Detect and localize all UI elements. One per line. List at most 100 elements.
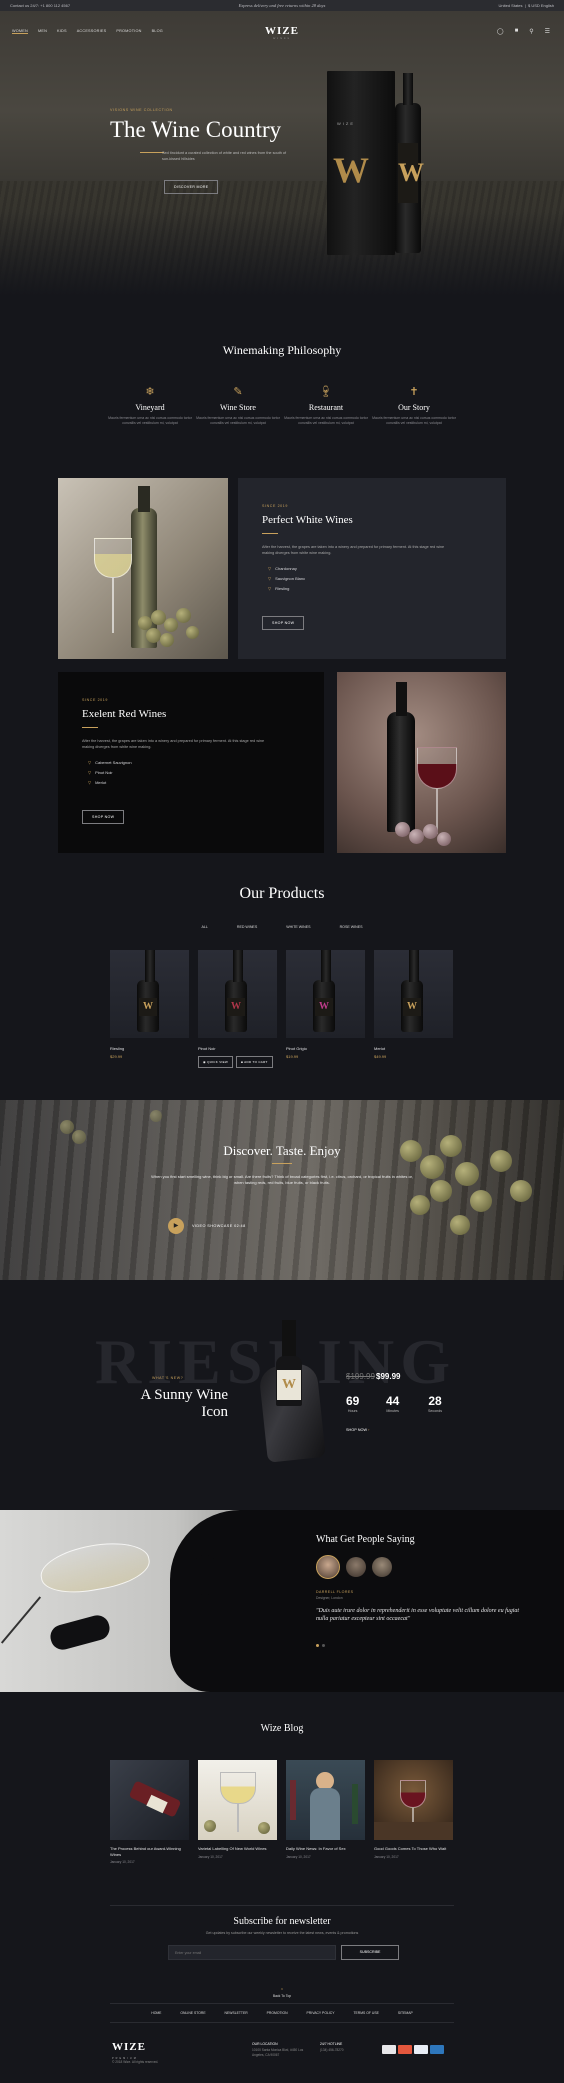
slider-dots[interactable] [316, 1644, 325, 1647]
hero-eyebrow: VISIONS WINE COLLECTION [110, 108, 173, 112]
avatar[interactable] [372, 1557, 392, 1577]
feature-wine-store: ✎ Wine Store Mauris fermentum urna ac ni… [196, 386, 280, 425]
menu-icon[interactable]: ☰ [545, 28, 550, 35]
deal-shop-link[interactable]: SHOP NOW › [346, 1428, 369, 1432]
timer-minutes: 44 Minutes [386, 1394, 400, 1413]
testimonial-quote: "Duis aute irure dolor in reprehenderit … [316, 1608, 520, 1622]
testimonials-title: What Get People Saying [316, 1534, 415, 1545]
tab-all[interactable]: ALL [201, 925, 207, 929]
blog-post[interactable]: Good Goods Comes To Those Who Wait Janua… [374, 1760, 453, 1859]
testimonial-avatars [316, 1555, 392, 1579]
timer-hours: 69 Hours [346, 1394, 360, 1413]
add-to-cart-button[interactable]: ■ ADD TO CART [236, 1056, 273, 1068]
grapes-icon: ❄ [145, 386, 155, 398]
visa-icon [382, 2045, 396, 2054]
box-logo: W [333, 150, 369, 190]
top-bar: Contact us 24/7: +1 800 112 4567 Express… [0, 0, 564, 11]
blog-post[interactable]: Daily Wine News: In Favor of Sex January… [286, 1760, 365, 1859]
footer-link-promotion[interactable]: PROMOTION [267, 2011, 288, 2015]
discover-title: Discover. Taste. Enjoy [223, 1143, 341, 1158]
main-nav: WOMEN MEN KIDS ACCESSORIES PROMOTION BLO… [0, 13, 564, 47]
footer-hotline: 24/7 HOTLINE (134) 456-78270 [320, 2042, 344, 2052]
check-icon: ▽ [88, 770, 92, 775]
testimonial-name: DARRELL FLORES [316, 1590, 354, 1594]
footer-link-privacy[interactable]: PRIVACY POLICY [307, 2011, 335, 2015]
newsletter-title: Subscribe for newsletter [233, 1916, 331, 1927]
search-icon[interactable]: ⚲ [529, 28, 533, 35]
tab-white-wines[interactable]: WHITE WINES [286, 925, 310, 929]
avatar[interactable] [316, 1555, 340, 1579]
currency-select[interactable]: $ USD English [528, 3, 554, 8]
product-price: $49.99 [374, 1054, 387, 1059]
white-wine-photo [58, 478, 228, 659]
product-card[interactable]: W Riesling $29.99 [110, 950, 189, 1059]
locale-switcher[interactable]: United States | $ USD English [498, 0, 554, 11]
blog-post[interactable]: The Process Behind our Award-Winning Win… [110, 1760, 189, 1864]
timer-seconds: 28 Seconds [428, 1394, 442, 1413]
discover-more-button[interactable]: DISCOVER MORE [164, 180, 219, 194]
footer-link-online-store[interactable]: ONLINE STORE [180, 2011, 205, 2015]
check-icon: ▽ [88, 780, 92, 785]
hero-title: The Wine Country [110, 117, 282, 142]
deal-old-price: $109.99 [346, 1372, 375, 1381]
red-wines-list: ▽ Cabernet Sauvignon ▽ Pinot Noir ▽ Merlot [88, 760, 132, 785]
wine-glass-icon: 🍷︎ [319, 386, 333, 398]
product-tabs: ALL RED WINES WHITE WINES ROSE WINES [0, 925, 564, 929]
feature-vineyard: ❄ Vineyard Mauris fermentum urna ac nisi… [108, 386, 192, 425]
wine-gift-box: WIZE W [327, 71, 395, 255]
footer-link-home[interactable]: HOME [151, 2011, 161, 2015]
product-price: $29.99 [110, 1054, 123, 1059]
country-select[interactable]: United States [498, 3, 522, 8]
deal-bottle: W [258, 1320, 328, 1463]
white-wines-title: Perfect White Wines [262, 514, 353, 526]
red-wine-photo [337, 672, 506, 853]
testimonial-role: Designer, London [316, 1596, 343, 1600]
white-wines-list: ▽ Chardonnay ▽ Sauvignon Blanc ▽ Riesling [268, 566, 306, 591]
corkscrew-icon: ✝ [409, 386, 419, 398]
product-name[interactable]: Pinot Grigio [286, 1046, 365, 1051]
footer-links: HOME ONLINE STORE NEWSLETTER PROMOTION P… [0, 2011, 564, 2015]
tab-red-wines[interactable]: RED WINES [237, 925, 257, 929]
blog-post[interactable]: Varietal Labelling Of New World Wines Ja… [198, 1760, 277, 1859]
product-card[interactable]: W Merlot $49.99 [374, 950, 453, 1059]
footer-link-sitemap[interactable]: SITEMAP [398, 2011, 413, 2015]
payment-methods [380, 2045, 444, 2056]
white-wines-panel: SINCE 2019 Perfect White Wines After the… [238, 478, 506, 659]
check-icon: ▽ [268, 566, 272, 571]
footer-link-terms[interactable]: TERMS OF USE [353, 2011, 378, 2015]
check-icon: ▽ [88, 760, 92, 765]
white-wines-shop-button[interactable]: SHOP NOW [262, 616, 305, 630]
play-icon[interactable]: ▶ [168, 1218, 184, 1234]
newsletter-email-input[interactable] [168, 1945, 336, 1960]
video-showcase[interactable]: ▶ VIDEO SHOWCASE 02:48 [168, 1218, 246, 1234]
product-name[interactable]: Riesling [110, 1046, 189, 1051]
red-wines-panel: SINCE 2019 Exelent Red Wines After the h… [58, 672, 324, 853]
discover-section: Discover. Taste. Enjoy When you first st… [0, 1100, 564, 1280]
tab-rose-wines[interactable]: ROSE WINES [340, 925, 363, 929]
footer-location: OUR LOCATION 10100 Santa Monica Blvd, #4… [252, 2042, 304, 2057]
copyright: © 2018 Wize. All rights reserved. [112, 2060, 159, 2064]
product-name[interactable]: Merlot [374, 1046, 453, 1051]
footer-link-newsletter[interactable]: NEWSLETTER [225, 2011, 248, 2015]
products-title: Our Products [239, 885, 325, 902]
user-icon[interactable]: ◯ [497, 28, 504, 35]
product-card[interactable]: W Pinot Noir ◉ QUICK VIEW ■ ADD TO CART [198, 950, 277, 1068]
quick-view-button[interactable]: ◉ QUICK VIEW [198, 1056, 234, 1068]
subscribe-button[interactable]: SUBSCRIBE [341, 1945, 399, 1960]
tasting-photo [0, 1510, 320, 1692]
site-logo[interactable]: WIZE WINES [0, 25, 564, 40]
product-name[interactable]: Pinot Noir [198, 1046, 277, 1051]
red-wines-title: Exelent Red Wines [82, 708, 167, 720]
deal-price: $99.99 [376, 1372, 401, 1381]
cart-icon: ■ [241, 1060, 244, 1064]
product-card[interactable]: W Pinot Grigio $19.99 [286, 950, 365, 1059]
avatar[interactable] [346, 1557, 366, 1577]
paypal-icon [414, 2045, 428, 2054]
corkscrew-icon: ✎ [233, 386, 243, 398]
feature-our-story: ✝ Our Story Mauris fermentum urna ac nis… [372, 386, 456, 425]
red-wines-shop-button[interactable]: SHOP NOW [82, 810, 125, 824]
cart-icon[interactable]: ■ [515, 28, 519, 35]
testimonials-section: What Get People Saying DARRELL FLORES De… [0, 1510, 564, 1692]
arrow-right-icon: › [368, 1428, 370, 1432]
back-to-top[interactable]: ⌃ Back To Top [0, 1988, 564, 1998]
